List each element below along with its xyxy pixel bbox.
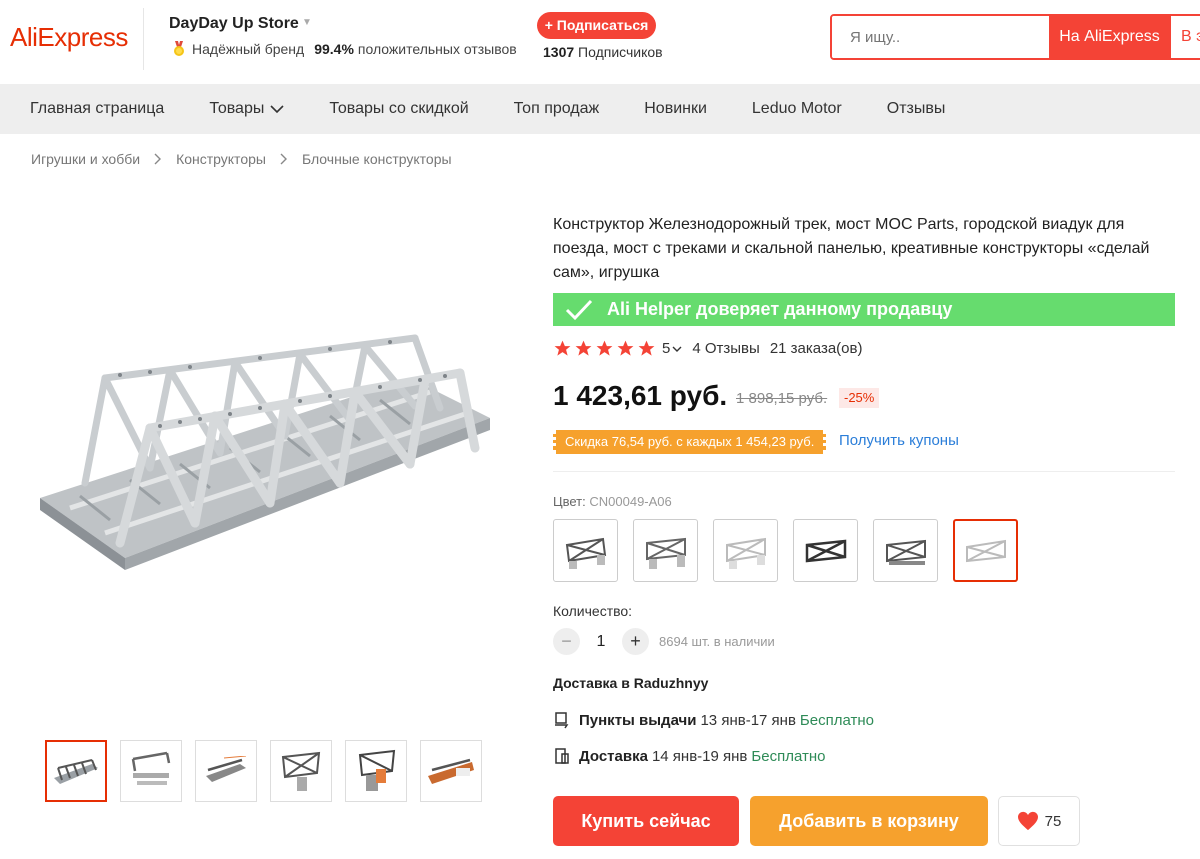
pickup-dates: 13 янв-17 янв (700, 711, 796, 729)
ali-helper-text: Ali Helper доверяет данному продавцу (607, 299, 953, 319)
color-swatch-selected[interactable] (953, 519, 1018, 582)
pickup-price: Бесплатно (799, 711, 874, 729)
nav-home[interactable]: Главная страница (30, 100, 164, 118)
nav-products[interactable]: Товары (209, 100, 284, 118)
nav-sale[interactable]: Товары со скидкой (329, 100, 468, 118)
store-trust-info: Надёжный бренд 99.4% положительных отзыв… (172, 41, 517, 57)
nav-top-sales[interactable]: Топ продаж (514, 100, 600, 118)
discount-badge: -25% (839, 388, 880, 408)
heart-icon (1017, 811, 1038, 831)
color-swatch[interactable] (633, 519, 698, 582)
nav-reviews[interactable]: Отзывы (887, 100, 946, 118)
thumbnail[interactable] (270, 740, 332, 802)
nav-products-label: Товары (209, 100, 265, 117)
delivery-row: Доставка 14 янв-19 янв Бесплатно (553, 747, 825, 765)
check-icon (565, 299, 593, 320)
color-label: Цвет: CN00049-A06 (553, 494, 672, 509)
add-to-cart-button[interactable]: Добавить в корзину (750, 796, 988, 846)
positive-label: положительных отзывов (357, 41, 517, 57)
chevron-down-icon (270, 105, 284, 114)
product-title: Конструктор Железнодорожный трек, мост M… (553, 216, 1150, 281)
nav-new[interactable]: Новинки (644, 100, 707, 118)
thumbnail[interactable] (420, 740, 482, 802)
star-icon (617, 340, 634, 356)
old-price: 1 898,15 руб. (736, 390, 828, 407)
nav-leduo-motor[interactable]: Leduo Motor (752, 100, 842, 118)
breadcrumb: Игрушки и хобби Конструкторы Блочные кон… (31, 151, 452, 167)
breadcrumb-item[interactable]: Блочные конструкторы (302, 151, 452, 167)
subscribers-info: 1307 Подписчиков (543, 44, 663, 60)
reviews-link[interactable]: 4 Отзывы (692, 340, 759, 357)
star-icon (596, 340, 613, 356)
delivery-price: Бесплатно (751, 747, 826, 765)
breadcrumb-item[interactable]: Игрушки и хобби (31, 151, 140, 167)
coupon-badge[interactable]: Скидка 76,54 руб. с каждых 1 454,23 руб. (553, 430, 827, 454)
star-icon (554, 340, 571, 356)
delivery-title[interactable]: Доставка в Raduzhnyy (553, 675, 708, 691)
quantity-stepper: − 1 + 8694 шт. в наличии (553, 628, 775, 655)
thumbnail[interactable] (120, 740, 182, 802)
pickup-label: Пункты выдачи (579, 711, 697, 729)
delivery-dates: 14 янв-19 янв (651, 747, 748, 765)
search-input[interactable] (832, 16, 1049, 58)
positive-pct: 99.4% (314, 41, 354, 57)
search-aliexpress-button[interactable]: На AliExpress (1049, 16, 1170, 58)
star-icon (638, 340, 655, 356)
rating-value[interactable]: 5 (662, 340, 670, 357)
trusted-brand-label: Надёжный бренд (192, 41, 305, 57)
color-swatch[interactable] (713, 519, 778, 582)
subscribers-label: Подписчиков (578, 44, 663, 60)
quantity-value[interactable]: 1 (594, 633, 608, 651)
color-value: CN00049-A06 (589, 494, 672, 509)
ali-helper-banner: Ali Helper доверяет данному продавцу (553, 293, 1175, 326)
header-divider (143, 8, 144, 70)
thumbnail[interactable] (45, 740, 107, 802)
thumbnail-strip (45, 740, 482, 802)
search-store-button[interactable]: В это (1170, 16, 1200, 58)
current-price: 1 423,61 руб. (553, 380, 728, 411)
subscribe-button[interactable]: + Подписаться (537, 12, 656, 39)
delivery-icon (555, 748, 569, 764)
pickup-icon (555, 712, 569, 729)
wishlist-count: 75 (1044, 812, 1062, 830)
main-product-image[interactable] (30, 318, 495, 578)
get-coupons-link[interactable]: Получить купоны (839, 432, 959, 449)
orders-count: 21 заказа(ов) (769, 340, 863, 357)
quantity-label: Количество: (553, 603, 633, 619)
thumbnail[interactable] (195, 740, 257, 802)
color-swatch[interactable] (553, 519, 618, 582)
medal-icon (172, 41, 186, 57)
subscribers-count: 1307 (543, 44, 575, 60)
color-swatch[interactable] (793, 519, 858, 582)
store-caret-icon[interactable]: ▼ (302, 17, 312, 28)
wishlist-button[interactable]: 75 (998, 796, 1080, 846)
stock-info: 8694 шт. в наличии (659, 634, 775, 649)
store-nav: Главная страница Товары Товары со скидко… (0, 84, 1200, 134)
pickup-row: Пункты выдачи 13 янв-17 янв Бесплатно (553, 711, 874, 729)
chevron-right-icon (154, 153, 162, 165)
quantity-decrease-button[interactable]: − (553, 628, 580, 655)
chevron-right-icon (280, 153, 287, 165)
color-swatches (553, 519, 1018, 582)
star-icon (575, 340, 592, 356)
rating-row: 5 4 Отзывы 21 заказа(ов) (553, 339, 862, 358)
aliexpress-logo[interactable]: AliExpress (10, 22, 128, 53)
store-name[interactable]: DayDay Up Store (169, 15, 299, 33)
delivery-label: Доставка (579, 747, 648, 765)
color-label-text: Цвет: (553, 494, 586, 509)
buy-now-button[interactable]: Купить сейчас (553, 796, 739, 846)
color-swatch[interactable] (873, 519, 938, 582)
breadcrumb-item[interactable]: Конструкторы (176, 151, 266, 167)
divider (553, 471, 1175, 472)
search-bar: На AliExpress В это (830, 14, 1200, 60)
rating-stars (553, 339, 656, 358)
chevron-down-icon[interactable] (672, 345, 682, 353)
thumbnail[interactable] (345, 740, 407, 802)
header: AliExpress DayDay Up Store ▼ Надёжный бр… (0, 0, 1200, 84)
quantity-increase-button[interactable]: + (622, 628, 649, 655)
